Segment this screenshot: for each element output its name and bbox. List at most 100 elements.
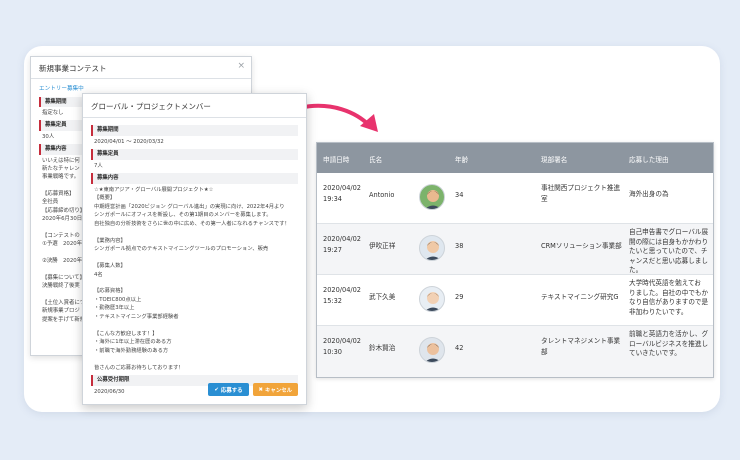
section-text: 2020/04/01 ～ 2020/03/32: [94, 138, 164, 145]
section-text: 【こんな方歓迎します！】: [94, 330, 158, 337]
header-dept: 現部署名: [541, 156, 568, 164]
table-header: 申請日時 氏名 年齢 現部署名 応募した理由: [317, 143, 713, 173]
reason-text: ャンスだと思い応募しまし: [629, 256, 708, 265]
close-icon[interactable]: ×: [237, 61, 245, 71]
header-reason: 応募した理由: [629, 156, 669, 164]
reason-text: 前職と英語力を活かし、グ: [629, 330, 709, 338]
section-label: 募集定員: [91, 149, 298, 160]
table-row: 2020/04/02 10:30 鈴木賢治 42 タレントマネジメント事業部前職と英語力…: [317, 326, 713, 377]
dept-text: タレントマネジメント事業: [541, 337, 621, 345]
section-text: 【業務内容】: [94, 237, 126, 244]
contest-modal-header: 新規事業コンテスト ×: [31, 57, 251, 79]
dept-text: 室: [541, 194, 548, 203]
avatar: [419, 235, 445, 261]
reason-text: なり自信がありますので是: [629, 298, 709, 307]
section-text: 【概要】: [94, 195, 116, 202]
reason-text: ていきたいです。: [629, 349, 681, 358]
section-text: [91, 279, 298, 287]
section-text: シンガポール拠点でのテキストマイニングツールのプロモーション、販売: [94, 246, 269, 253]
avatar: [419, 184, 445, 210]
cancel-button[interactable]: ✖ キャンセル: [252, 383, 298, 396]
date-text: 2020/04/02: [323, 337, 362, 345]
date-text: 2020/04/02: [323, 184, 362, 192]
project-modal-header: グローバル・プロジェクトメンバー: [83, 94, 306, 118]
name-cell: 鈴木賢治: [369, 344, 396, 352]
section-text: ・テキストマイニング事業部経験者: [94, 313, 179, 320]
dept-text: テキストマイニング研究G: [541, 293, 619, 301]
date-text: 2020/04/02: [323, 235, 362, 243]
date-cell: 2020/04/02 19:34: [323, 183, 361, 204]
section-text: 7人: [94, 162, 103, 169]
name-cell: 伊吹正祥: [369, 242, 396, 250]
section-text: 中期経営計画「2020ビジョン グローバル進出」の実現に向け、2022年4月より: [94, 203, 285, 210]
apply-button-label: 応募する: [220, 387, 243, 394]
section-text: ・前職で海外勤務経験のある方: [94, 347, 169, 354]
table-row: 2020/04/02 19:27 伊吹正祥 38 CRMソリューション事業部 自己申告書で…: [317, 224, 713, 275]
date-cell: 2020/04/02 19:27: [323, 234, 361, 255]
avatar: [419, 286, 445, 312]
applicant-table: 申請日時 氏名 年齢 現部署名 応募した理由 2020/04/02 19:34 An…: [316, 142, 714, 378]
dept-text: 事社関西プロジェクト推進: [541, 184, 621, 192]
reason-text: たいと思っていたので、チ: [629, 247, 708, 256]
check-icon: ✔: [214, 386, 219, 393]
modal-actions: ✔ 応募する ✖ キャンセル: [208, 383, 298, 396]
reason-text: ローバルビジネスを推進し: [629, 339, 709, 348]
dept-cell: タレントマネジメント事業部: [541, 336, 625, 357]
dept-text: 部: [541, 347, 548, 356]
cancel-button-label: キャンセル: [265, 387, 292, 394]
section-label: 募集内容: [91, 173, 298, 184]
header-date: 申請日時: [323, 156, 350, 164]
reason-cell: 海外出身の為: [629, 190, 713, 200]
section-text: [91, 228, 298, 236]
header-name: 氏名: [369, 156, 383, 164]
section-text: ・勤務歴3年以上: [94, 305, 135, 312]
apply-button[interactable]: ✔ 応募する: [208, 383, 249, 396]
section-text: 皆さんのご応募お待ちしております！: [94, 364, 184, 371]
project-modal: グローバル・プロジェクトメンバー 募集期間 2020/04/01 ～ 2020/0…: [82, 93, 307, 405]
reason-text: 非加わりたいです。: [629, 307, 688, 316]
table-row: 2020/04/02 19:34 Antonio 34 事社関西プロジェクト推進室海外出…: [317, 173, 713, 224]
section-text: ・海外に1年以上滞在歴のある方: [94, 339, 172, 346]
reason-text: 開の際には自身もかかわり: [629, 237, 709, 246]
section-text: [91, 321, 298, 329]
reason-text: 自己申告書でグローバル展: [629, 228, 709, 236]
avatar: [419, 337, 445, 363]
reason-cell: 前職と英語力を活かし、グ ローバルビジネスを推進し ていきたいです。: [629, 330, 713, 359]
section-text: ☆★東南アジア・グローバル展開プロジェクト★☆: [94, 186, 214, 193]
section-text: 【応募資格】: [94, 288, 126, 295]
time-text: 19:27: [323, 245, 343, 254]
age-cell: 42: [455, 344, 464, 352]
reason-text: 海外出身の為: [629, 190, 669, 198]
section-text: ・TOEIC800点以上: [94, 296, 142, 303]
name-cell: 武下久美: [369, 293, 396, 301]
date-text: 2020/04/02: [323, 286, 362, 294]
reason-text: りました。自社の中でもか: [629, 288, 709, 297]
reason-cell: 大学時代英語を勉えてお りました。自社の中でもか なり自信がありますので是 非加わりた…: [629, 279, 713, 317]
date-cell: 2020/04/02 15:32: [323, 285, 361, 306]
section-label: 募集期間: [91, 125, 298, 136]
contest-modal-title: 新規事業コンテスト: [39, 64, 107, 73]
x-icon: ✖: [258, 386, 264, 393]
dept-cell: CRMソリューション事業部: [541, 241, 625, 252]
table-row: 2020/04/02 15:32 武下久美 29 テキストマイニング研究G 大学時代英語を…: [317, 275, 713, 326]
age-cell: 29: [455, 293, 464, 301]
time-text: 10:30: [323, 347, 343, 356]
time-text: 19:34: [323, 194, 343, 203]
reason-text: 大学時代英語を勉えてお: [629, 279, 702, 287]
age-cell: 34: [455, 191, 464, 199]
project-modal-title: グローバル・プロジェクトメンバー: [91, 102, 211, 111]
section-text: [91, 254, 298, 262]
section-text: 自社独自の分析技術をさらに世の中に広め、その第一人者になれるチャンスです！: [94, 220, 290, 227]
section-text: 【募集人数】: [94, 263, 126, 270]
dept-cell: 事社関西プロジェクト推進室: [541, 183, 625, 204]
section-text: [91, 355, 298, 363]
reason-cell: 自己申告書でグローバル展 開の際には自身もかかわり たいと思っていたので、チ ャンスだ…: [629, 228, 713, 276]
age-cell: 38: [455, 242, 464, 250]
dept-text: CRMソリューション事業部: [541, 242, 622, 250]
header-age: 年齢: [455, 156, 469, 164]
name-cell: Antonio: [369, 191, 395, 199]
time-text: 15:32: [323, 296, 343, 305]
project-modal-body: 募集期間 2020/04/01 ～ 2020/03/32 募集定員 7人募集内容 ☆★東…: [83, 118, 306, 400]
dept-cell: テキストマイニング研究G: [541, 292, 625, 303]
section-text: シンガポールにオフィスを新設し、その第1期目のメンバーを募集します。: [94, 212, 272, 219]
